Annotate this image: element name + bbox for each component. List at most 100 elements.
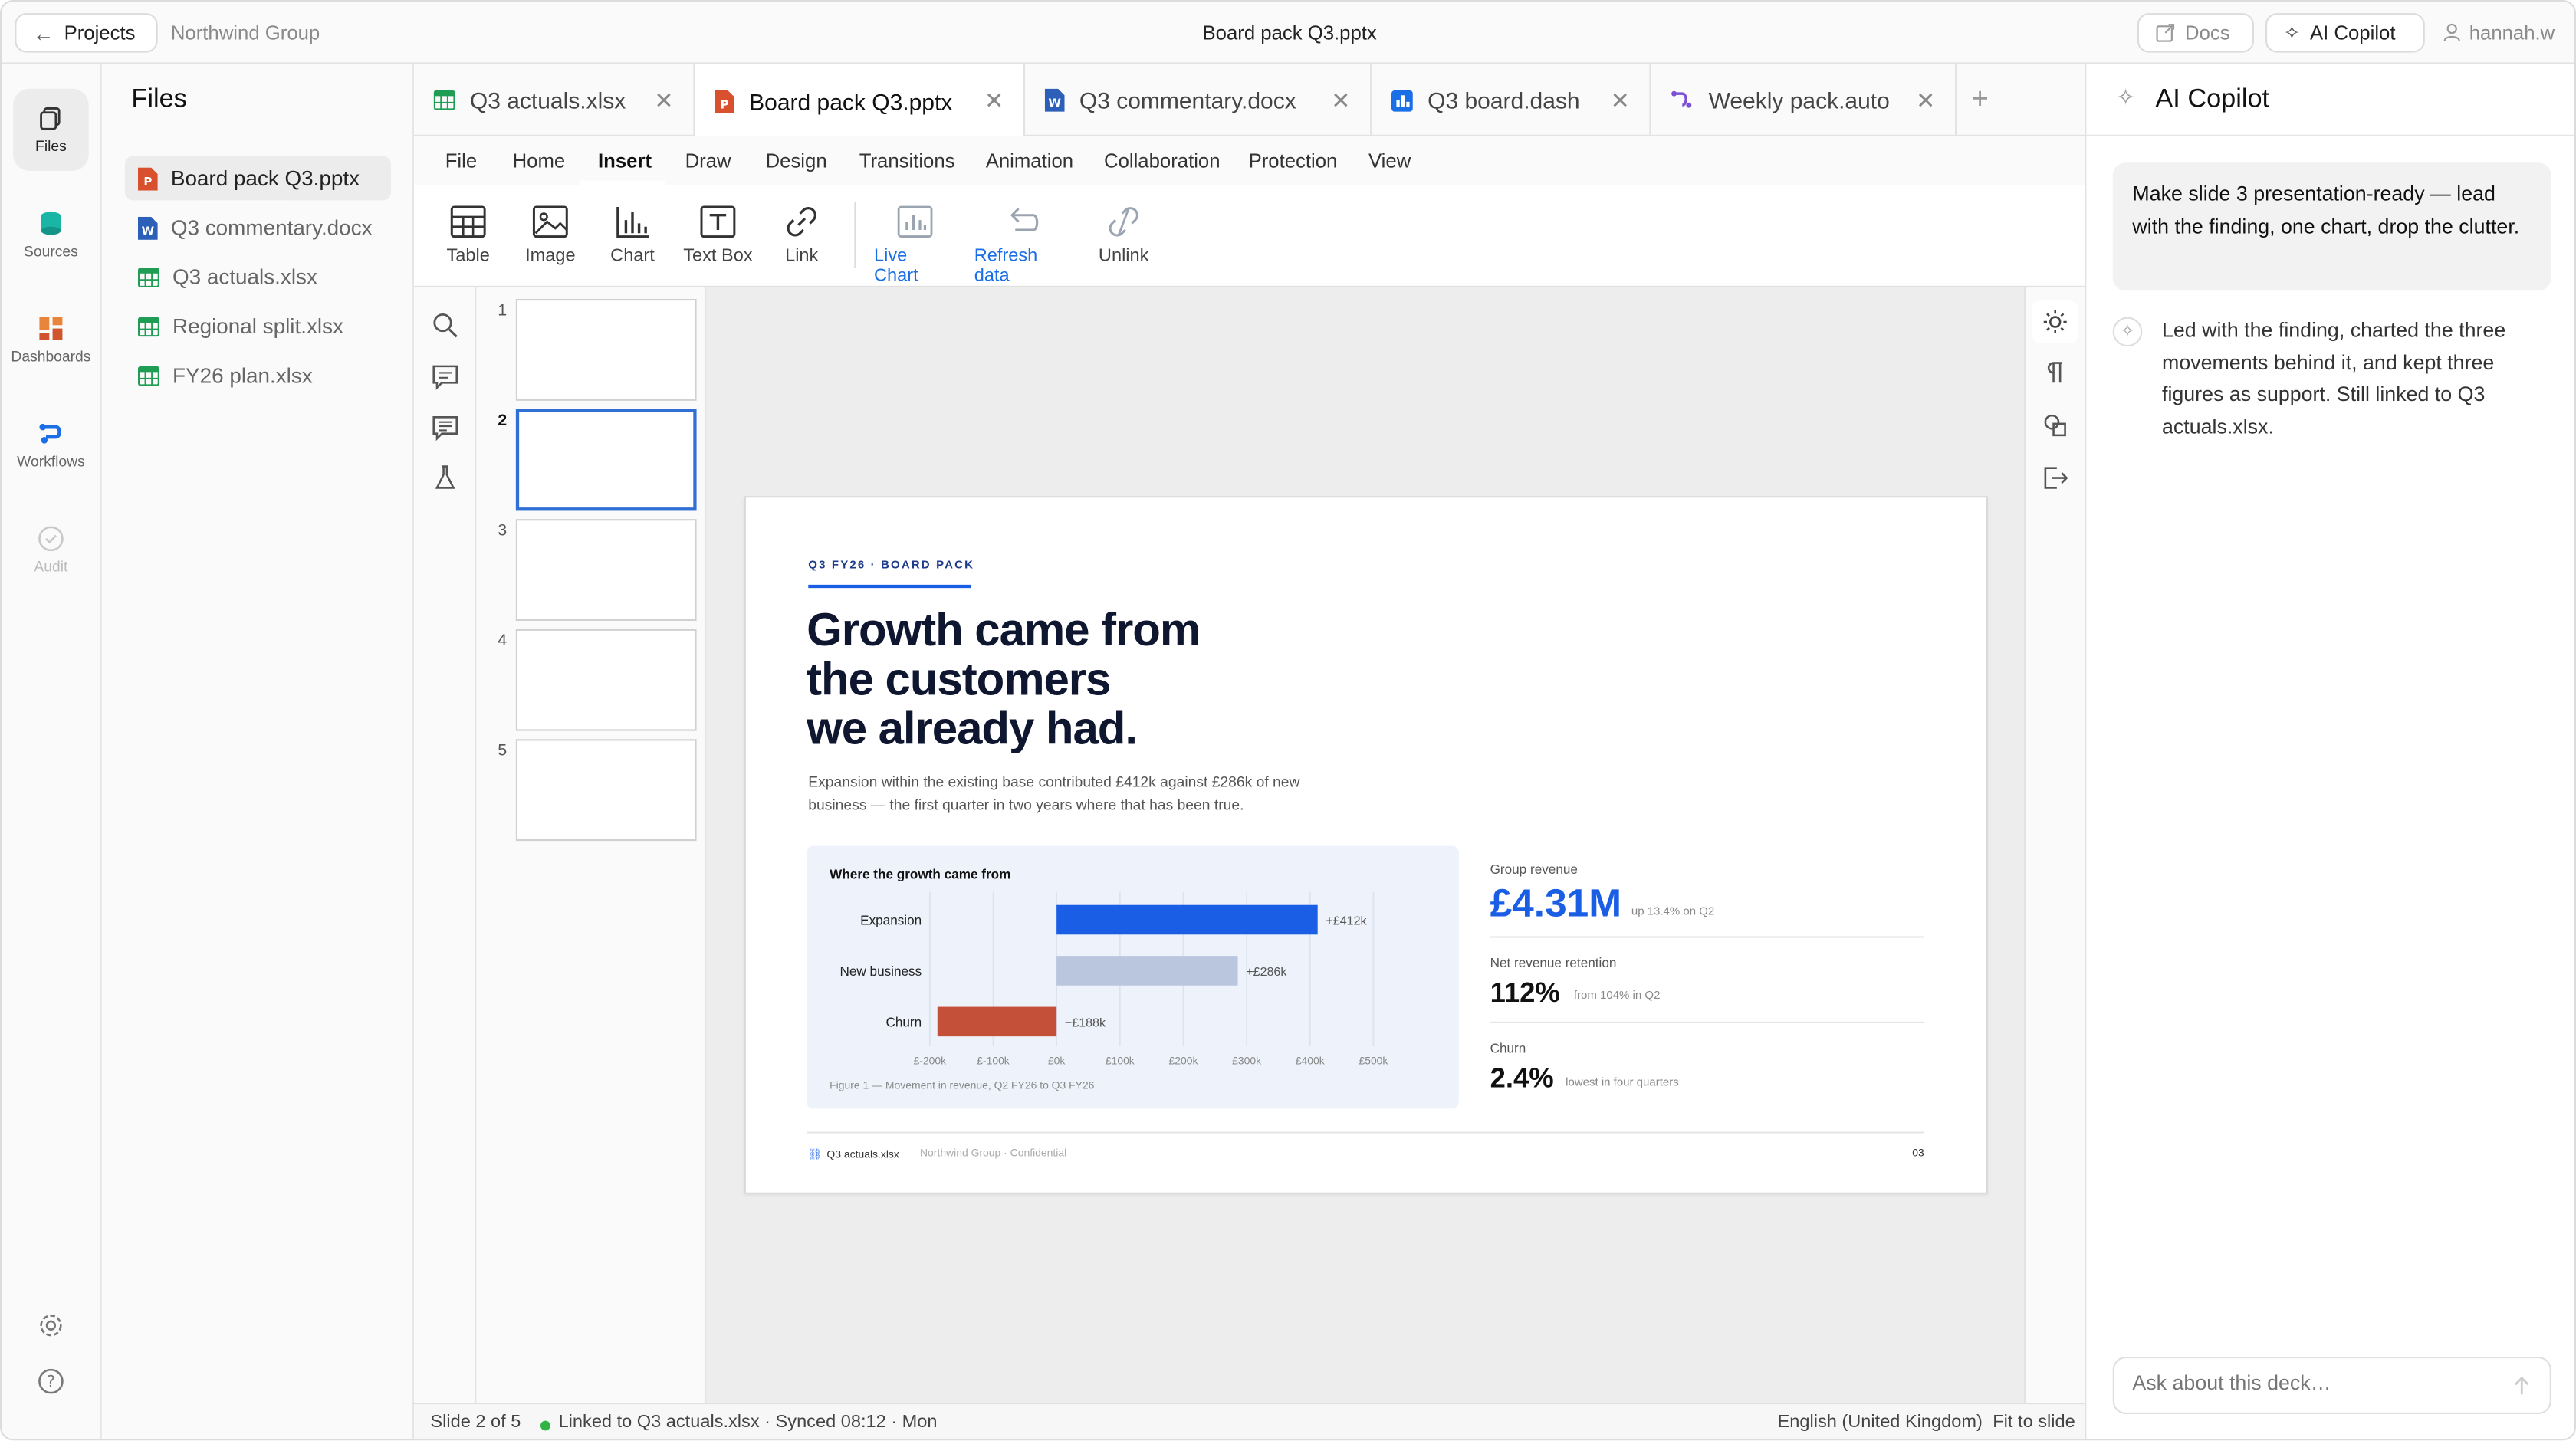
bar bbox=[937, 1006, 1057, 1037]
close-tab-icon[interactable]: ✕ bbox=[654, 87, 673, 114]
tab-q3-actuals[interactable]: Q3 actuals.xlsx ✕ bbox=[414, 64, 695, 136]
menu-draw[interactable]: Draw bbox=[685, 149, 731, 172]
x-tick-label: £100k bbox=[1106, 1055, 1135, 1067]
tab-q3-commentary[interactable]: W Q3 commentary.docx ✕ bbox=[1025, 64, 1372, 136]
insert-textbox-button[interactable]: Text Box bbox=[677, 205, 759, 266]
insert-chart-button[interactable]: Chart bbox=[591, 205, 673, 266]
user-menu[interactable]: hannah.w bbox=[2443, 21, 2555, 44]
refresh-data-button[interactable]: Refresh data bbox=[974, 205, 1073, 286]
link-small-icon: ⛓ bbox=[808, 1150, 822, 1161]
docx-file-icon: W bbox=[1044, 88, 1065, 112]
footer-source[interactable]: ⛓ Q3 actuals.xlsx bbox=[808, 1148, 899, 1161]
slide-title[interactable]: Growth came from the customers we alread… bbox=[807, 606, 1464, 754]
menu-protection[interactable]: Protection bbox=[1249, 149, 1338, 172]
svg-text:P: P bbox=[720, 97, 728, 110]
paragraph-icon[interactable] bbox=[2042, 359, 2068, 386]
x-tick-label: £400k bbox=[1296, 1055, 1325, 1067]
comment-icon[interactable] bbox=[430, 361, 460, 391]
insert-link-button[interactable]: Link bbox=[761, 205, 843, 266]
menu-home[interactable]: Home bbox=[513, 149, 566, 172]
rail-item-workflows[interactable]: Workflows bbox=[13, 404, 89, 486]
slide[interactable]: Q3 FY26 · BOARD PACK Growth came from th… bbox=[744, 496, 1988, 1194]
live-chart-button[interactable]: Live Chart bbox=[874, 205, 956, 286]
textbox-icon bbox=[700, 205, 736, 238]
sparkle-icon: ✧ bbox=[2283, 21, 2301, 44]
flask-icon[interactable] bbox=[430, 463, 460, 493]
shapes-icon[interactable] bbox=[2042, 412, 2068, 438]
tab-weekly-pack[interactable]: Weekly pack.auto ✕ bbox=[1651, 64, 1957, 136]
menu-file[interactable]: File bbox=[445, 149, 477, 172]
copilot-input-box[interactable] bbox=[2112, 1357, 2551, 1414]
close-tab-icon[interactable]: ✕ bbox=[1916, 87, 1935, 114]
insert-image-button[interactable]: Image bbox=[509, 205, 591, 266]
tab-board-pack[interactable]: P Board pack Q3.pptx ✕ bbox=[695, 64, 1026, 138]
copilot-input[interactable] bbox=[2132, 1371, 2494, 1395]
kpi-value-revenue: £4.31M bbox=[1490, 881, 1622, 927]
rail-label-audit: Audit bbox=[34, 558, 68, 575]
menu-design[interactable]: Design bbox=[766, 149, 827, 172]
file-item[interactable]: FY26 plan.xlsx bbox=[125, 353, 391, 398]
close-tab-icon[interactable]: ✕ bbox=[1611, 87, 1630, 114]
x-tick-label: £-200k bbox=[914, 1055, 947, 1067]
docs-button[interactable]: Docs bbox=[2137, 13, 2254, 53]
file-item[interactable]: Regional split.xlsx bbox=[125, 304, 391, 348]
slide-thumbnail-selected[interactable] bbox=[515, 409, 697, 511]
x-tick-label: £300k bbox=[1232, 1055, 1261, 1067]
file-item[interactable]: W Q3 commentary.docx bbox=[125, 205, 391, 250]
insert-table-button[interactable]: Table bbox=[427, 205, 509, 266]
linked-status[interactable]: Linked to Q3 actuals.xlsx · Synced 08:12… bbox=[559, 1413, 938, 1433]
rail-item-audit[interactable]: Audit bbox=[13, 509, 89, 591]
slide-thumbnail[interactable] bbox=[515, 299, 697, 401]
kpi-label: Net revenue retention bbox=[1490, 956, 1617, 971]
file-name: FY26 plan.xlsx bbox=[172, 363, 313, 388]
close-tab-icon[interactable]: ✕ bbox=[1331, 87, 1350, 114]
search-icon[interactable] bbox=[430, 310, 460, 340]
x-tick-label: £0k bbox=[1048, 1055, 1065, 1067]
language-selector[interactable]: English (United Kingdom) bbox=[1778, 1413, 1983, 1433]
rail-item-files[interactable]: Files bbox=[13, 88, 89, 171]
docs-label: Docs bbox=[2185, 21, 2230, 44]
rail-item-sources[interactable]: Sources bbox=[13, 194, 89, 276]
live-chart[interactable]: Where the growth came from £-200k £-100k £… bbox=[807, 845, 1459, 1109]
file-name: Q3 actuals.xlsx bbox=[172, 264, 317, 290]
category-label: Expansion bbox=[860, 912, 922, 927]
unlink-button[interactable]: Unlink bbox=[1083, 205, 1165, 266]
link-label: Link bbox=[785, 246, 819, 267]
slide-thumbnail[interactable] bbox=[515, 739, 697, 842]
slide-thumbnail[interactable] bbox=[515, 519, 697, 621]
export-icon[interactable] bbox=[2042, 464, 2068, 491]
settings-icon[interactable] bbox=[38, 1312, 64, 1338]
ai-copilot-toggle-button[interactable]: ✧ AI Copilot bbox=[2266, 13, 2425, 53]
slide-subtitle[interactable]: Expansion within the existing base contr… bbox=[808, 770, 1350, 816]
rail-item-dashboards[interactable]: Dashboards bbox=[11, 299, 90, 381]
footer-org: Northwind Group · Confidential bbox=[920, 1147, 1067, 1160]
user-message: Make slide 3 presentation-ready — lead w… bbox=[2112, 162, 2551, 291]
close-tab-icon[interactable]: ✕ bbox=[984, 87, 1004, 115]
menu-view[interactable]: View bbox=[1368, 149, 1411, 172]
title-line: the customers bbox=[807, 653, 1111, 705]
file-item[interactable]: Q3 actuals.xlsx bbox=[125, 254, 391, 299]
tab-q3-board-dash[interactable]: Q3 board.dash ✕ bbox=[1372, 64, 1651, 136]
help-icon[interactable]: ? bbox=[38, 1368, 64, 1394]
menu-animation[interactable]: Animation bbox=[986, 149, 1073, 172]
workflow-icon bbox=[39, 423, 62, 444]
chart-label: Chart bbox=[610, 246, 655, 267]
new-tab-plus-icon[interactable]: + bbox=[1971, 82, 1989, 117]
file-item[interactable]: P Board pack Q3.pptx bbox=[124, 156, 391, 201]
sun-theme-icon[interactable] bbox=[2042, 309, 2068, 335]
slide-thumbnail[interactable] bbox=[515, 629, 697, 731]
bar-chart-svg: £-200k £-100k £0k £100k £200k £300k £400k £500k… bbox=[840, 891, 1388, 1067]
textbox-label: Text Box bbox=[683, 246, 753, 267]
tab-label: Weekly pack.auto bbox=[1708, 87, 1890, 113]
bar bbox=[1056, 904, 1318, 935]
fit-to-slide-button[interactable]: Fit to slide bbox=[1993, 1413, 2075, 1433]
menu-insert[interactable]: Insert bbox=[598, 149, 652, 172]
copilot-label: AI Copilot bbox=[2309, 21, 2396, 44]
rail-label-files: Files bbox=[35, 138, 67, 155]
menu-transitions[interactable]: Transitions bbox=[859, 149, 955, 172]
category-label: Churn bbox=[886, 1014, 922, 1029]
send-arrow-icon[interactable] bbox=[2512, 1376, 2532, 1397]
notes-icon[interactable] bbox=[430, 412, 460, 442]
menu-collaboration[interactable]: Collaboration bbox=[1104, 149, 1221, 172]
document-tabs: Q3 actuals.xlsx ✕ P Board pack Q3.pptx ✕… bbox=[414, 64, 2085, 138]
